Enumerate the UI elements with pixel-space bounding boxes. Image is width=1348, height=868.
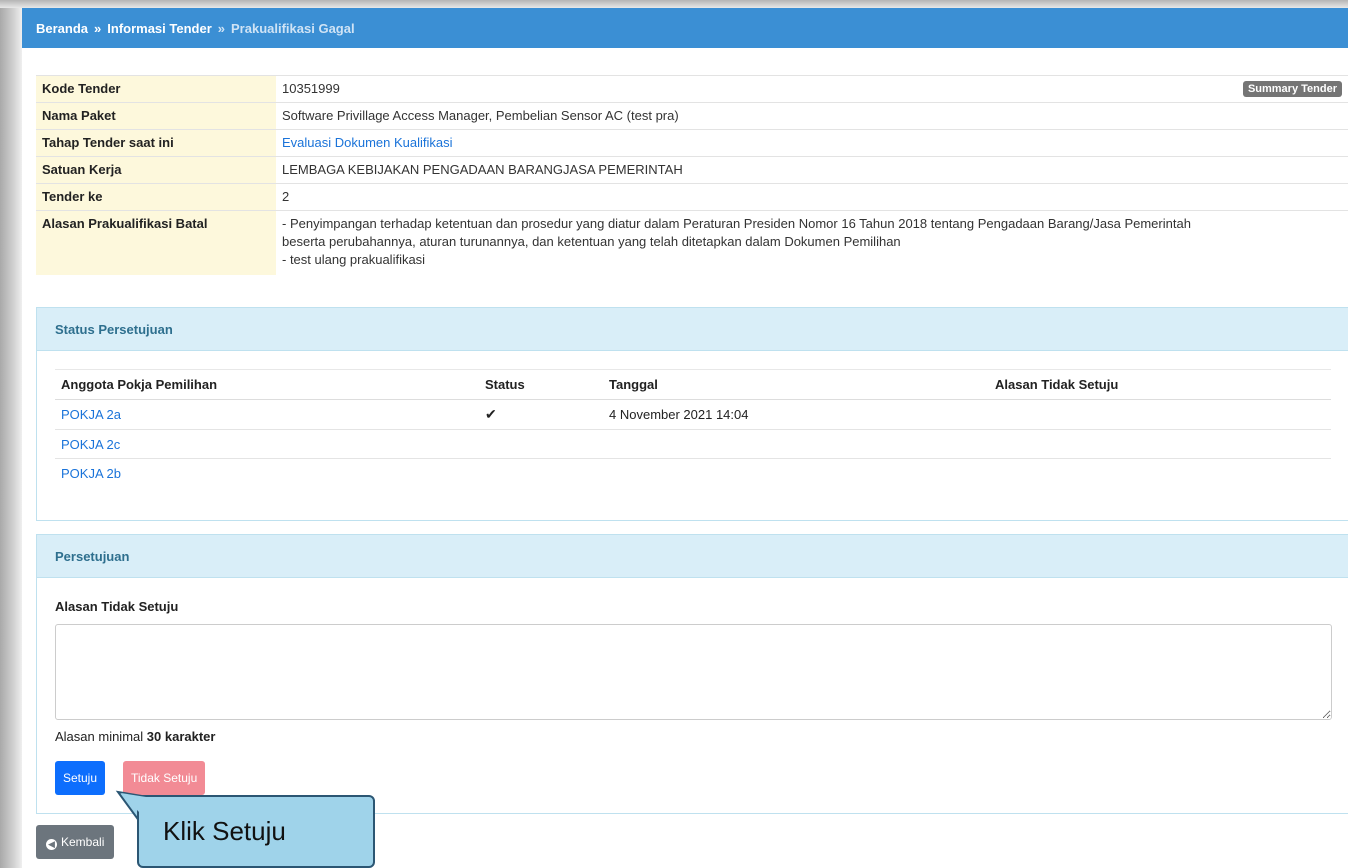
pokja-member-link[interactable]: POKJA 2b: [61, 466, 121, 481]
tender-info-table: Kode Tender 10351999 Summary Tender Nama…: [36, 75, 1348, 275]
table-row: Alasan Prakualifikasi Batal - Penyimpang…: [36, 210, 1348, 275]
alasan-line: beserta perubahannya, aturan turunannya,…: [282, 234, 901, 249]
info-key: Tahap Tender saat ini: [36, 129, 276, 157]
info-key: Alasan Prakualifikasi Batal: [36, 210, 276, 275]
column-header: Alasan Tidak Setuju: [989, 369, 1331, 400]
tahap-tender-link[interactable]: Evaluasi Dokumen Kualifikasi: [282, 135, 453, 150]
table-row: Tahap Tender saat ini Evaluasi Dokumen K…: [36, 129, 1348, 157]
arrow-left-circle-icon: ◀: [46, 839, 57, 850]
panel-title: Status Persetujuan: [37, 308, 1348, 351]
table-row: Kode Tender 10351999 Summary Tender: [36, 75, 1348, 103]
nama-paket-value: Software Privillage Access Manager, Pemb…: [276, 102, 1348, 130]
instruction-callout: Klik Setuju: [137, 795, 375, 868]
info-key: Satuan Kerja: [36, 156, 276, 184]
callout-text: Klik Setuju: [163, 816, 286, 846]
column-header: Tanggal: [603, 369, 989, 400]
approval-status-table: Anggota Pokja Pemilihan Status Tanggal A…: [55, 369, 1331, 487]
reason-label: Alasan Tidak Setuju: [55, 599, 179, 614]
approval-reason: [989, 459, 1331, 488]
panel-title: Persetujuan: [37, 535, 1348, 578]
breadcrumb-info-link[interactable]: Informasi Tender: [107, 21, 212, 36]
tender-ke-value: 2: [276, 183, 1348, 211]
breadcrumb-separator: »: [94, 20, 102, 36]
info-key: Tender ke: [36, 183, 276, 211]
info-value-cell: Evaluasi Dokumen Kualifikasi: [276, 129, 1348, 157]
table-row: Nama Paket Software Privillage Access Ma…: [36, 102, 1348, 130]
kembali-button[interactable]: ◀ Kembali: [36, 825, 115, 859]
info-value-cell: 10351999 Summary Tender: [276, 75, 1348, 103]
check-icon: ✔: [485, 406, 497, 422]
tidak-setuju-button[interactable]: Tidak Setuju: [123, 761, 206, 795]
breadcrumb-home-link[interactable]: Beranda: [36, 21, 88, 36]
approval-reason: [989, 429, 1331, 459]
table-row: Tender ke 2: [36, 183, 1348, 211]
approval-reason: [989, 399, 1331, 430]
breadcrumb-separator: »: [217, 20, 226, 36]
alasan-batal-value: - Penyimpangan terhadap ketentuan dan pr…: [276, 210, 1348, 275]
screenshot-frame: Beranda » Informasi Tender » Prakualifik…: [0, 0, 1348, 868]
reason-hint: Alasan minimal 30 karakter: [55, 729, 215, 744]
pokja-member-link[interactable]: POKJA 2a: [61, 407, 121, 422]
approval-date: [603, 429, 989, 459]
kode-tender-value: 10351999: [282, 81, 340, 96]
reason-textarea[interactable]: [55, 624, 1332, 720]
column-header: Anggota Pokja Pemilihan: [55, 369, 479, 400]
table-row: POKJA 2b: [55, 459, 1331, 488]
alasan-line: - test ulang prakualifikasi: [282, 252, 426, 267]
table-row: Satuan Kerja LEMBAGA KEBIJAKAN PENGADAAN…: [36, 156, 1348, 184]
approval-status: [479, 429, 603, 459]
approval-status: [479, 459, 603, 488]
table-row: POKJA 2c: [55, 429, 1331, 459]
info-key: Nama Paket: [36, 102, 276, 130]
table-header-row: Anggota Pokja Pemilihan Status Tanggal A…: [55, 369, 1331, 400]
main-content: Kode Tender 10351999 Summary Tender Nama…: [36, 75, 1348, 859]
hint-min-chars: 30 karakter: [146, 729, 216, 744]
summary-tender-button[interactable]: Summary Tender: [1242, 81, 1342, 97]
kembali-label: Kembali: [61, 835, 105, 849]
alasan-line: - Penyimpangan terhadap ketentuan dan pr…: [282, 216, 1191, 231]
info-key: Kode Tender: [36, 75, 276, 103]
pokja-member-link[interactable]: POKJA 2c: [61, 437, 120, 452]
column-header: Status: [479, 369, 603, 400]
persetujuan-panel: Persetujuan Alasan Tidak Setuju Alasan m…: [36, 534, 1348, 814]
hint-text: Alasan minimal: [55, 729, 144, 744]
window-shadow-left: [0, 0, 22, 868]
breadcrumb-current: Prakualifikasi Gagal: [231, 20, 355, 36]
setuju-button[interactable]: Setuju: [55, 761, 106, 795]
breadcrumb: Beranda » Informasi Tender » Prakualifik…: [22, 8, 1348, 48]
table-row: POKJA 2a ✔ 4 November 2021 14:04: [55, 399, 1331, 430]
approval-date: 4 November 2021 14:04: [603, 399, 989, 430]
approval-date: [603, 459, 989, 488]
window-shadow-top: [0, 0, 1348, 8]
status-persetujuan-panel: Status Persetujuan Anggota Pokja Pemilih…: [36, 307, 1348, 521]
satuan-kerja-value: LEMBAGA KEBIJAKAN PENGADAAN BARANGJASA P…: [276, 156, 1348, 184]
